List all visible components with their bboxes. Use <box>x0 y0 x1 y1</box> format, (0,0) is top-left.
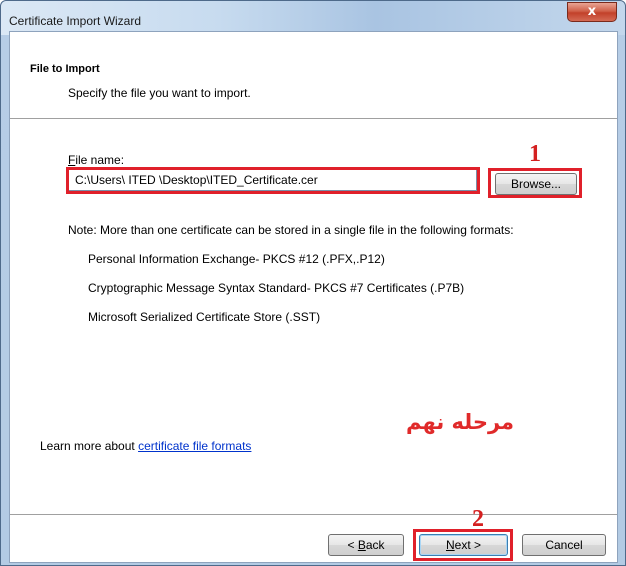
window-title: Certificate Import Wizard <box>9 14 142 28</box>
certificate-formats-link[interactable]: certificate file formats <box>138 439 251 453</box>
format-item: Personal Information Exchange- PKCS #12 … <box>88 252 385 266</box>
page-title: File to Import <box>30 63 100 75</box>
next-label: ext > <box>454 538 482 552</box>
header-divider <box>10 118 617 120</box>
learn-more-prefix: Learn more about <box>40 439 139 453</box>
format-item: Cryptographic Message Syntax Standard- P… <box>88 281 465 295</box>
back-prefix: < <box>347 538 358 552</box>
step-1-annotation: 1 <box>529 141 541 167</box>
browse-button[interactable]: Browse... <box>495 173 577 195</box>
step-annotation-farsi: مرحله نهم <box>406 410 515 434</box>
wizard-header: File to Import Specify the file you want… <box>10 32 617 118</box>
file-name-input[interactable] <box>68 169 477 191</box>
title-bar[interactable]: Certificate Import Wizard x <box>1 1 625 35</box>
wizard-window: Certificate Import Wizard x File to Impo… <box>0 0 626 566</box>
step-2-annotation: 2 <box>472 506 484 532</box>
wizard-client-area: File to Import Specify the file you want… <box>9 31 618 563</box>
page-subtitle: Specify the file you want to import. <box>68 86 251 100</box>
back-accesskey: B <box>357 538 366 552</box>
close-button[interactable]: x <box>567 2 617 22</box>
back-label: ack <box>365 538 385 552</box>
formats-note: Note: More than one certificate can be s… <box>68 223 514 237</box>
file-name-label-text: ile name: <box>75 153 125 167</box>
close-icon: x <box>587 4 597 19</box>
next-accesskey: N <box>445 538 455 552</box>
cancel-button[interactable]: Cancel <box>522 534 606 556</box>
file-name-label: File name: <box>68 153 124 167</box>
learn-more-text: Learn more about certificate file format… <box>40 439 251 453</box>
footer-divider <box>10 514 617 516</box>
next-button[interactable]: Next > <box>419 534 508 556</box>
format-item: Microsoft Serialized Certificate Store (… <box>88 310 321 324</box>
back-button[interactable]: < Back <box>328 534 404 556</box>
